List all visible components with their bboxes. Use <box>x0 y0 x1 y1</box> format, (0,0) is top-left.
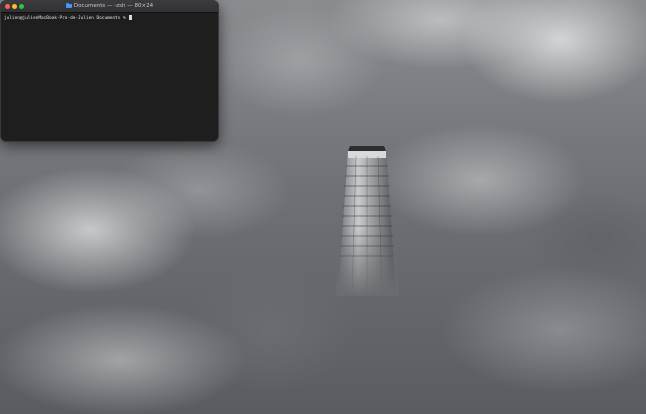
terminal-titlebar[interactable]: Documents — -zsh — 80×24 <box>1 1 218 13</box>
terminal-content[interactable]: julien@julienMacBook-Pro-de-Julien Docum… <box>1 13 218 24</box>
terminal-window[interactable]: Documents — -zsh — 80×24 julien@julienMa… <box>0 0 219 142</box>
text-cursor <box>129 15 133 20</box>
shell-prompt: julien@julienMacBook-Pro-de-Julien Docum… <box>4 16 129 21</box>
folder-icon <box>65 2 72 8</box>
window-title: Documents — -zsh — 80×24 <box>1 1 218 12</box>
window-title-text: Documents — -zsh — 80×24 <box>73 3 154 9</box>
tower-image <box>336 146 398 296</box>
